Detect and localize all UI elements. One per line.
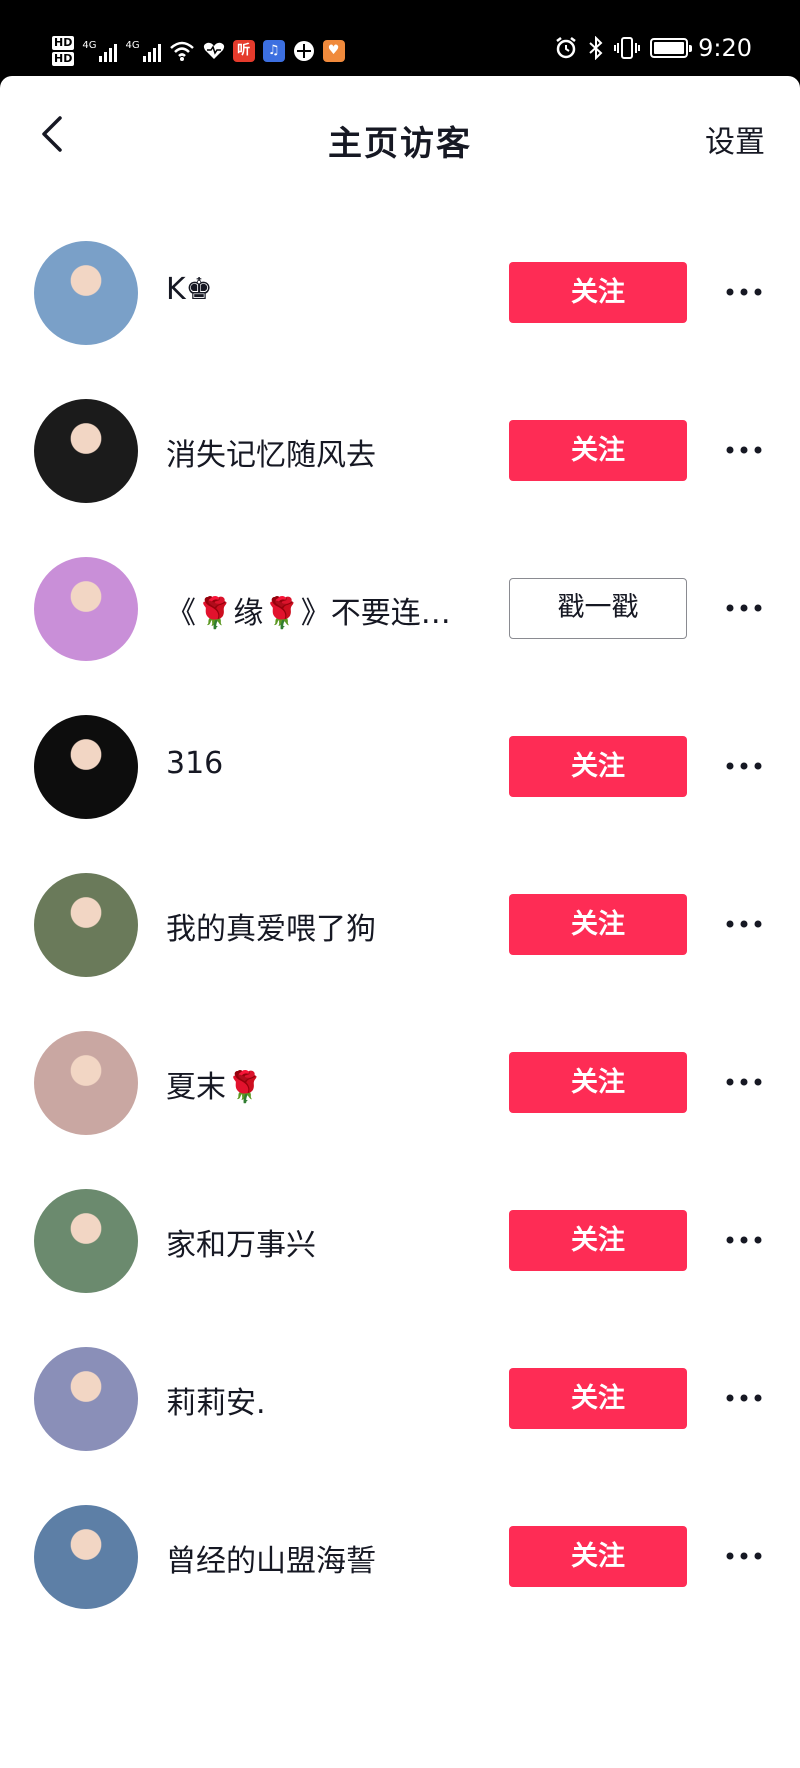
status-left: HD HD 4G 4G 听 ♫ ♥ [52, 28, 345, 74]
alarm-icon [556, 37, 576, 59]
listen-app-icon: 听 [232, 40, 255, 62]
visitors-page: 主页访客 设置 K♚ 关注 消失记忆随风去 关注 《🌹缘🌹》不要连… 戳一戳 316 关注 我的… [0, 76, 800, 1768]
avatar[interactable] [34, 1031, 138, 1135]
follow-button[interactable]: 关注 [509, 736, 687, 797]
visitor-row[interactable]: 消失记忆随风去 关注 [0, 396, 800, 506]
avatar[interactable] [34, 1189, 138, 1293]
more-options-icon[interactable] [724, 1072, 764, 1092]
more-options-icon[interactable] [724, 1546, 764, 1566]
visitor-name[interactable]: 夏末🌹 [166, 1062, 466, 1106]
visitor-row[interactable]: 莉莉安. 关注 [0, 1344, 800, 1454]
visitor-row[interactable]: 我的真爱喂了狗 关注 [0, 870, 800, 980]
signal-icon: 4G [125, 40, 161, 62]
more-options-icon[interactable] [724, 914, 764, 934]
hd-icon: HD HD [52, 36, 75, 66]
bluetooth-icon [589, 36, 603, 60]
visitor-row[interactable]: 曾经的山盟海誓 关注 [0, 1502, 800, 1612]
more-options-icon[interactable] [724, 756, 764, 776]
hd-label-1: HD [52, 36, 75, 50]
visitor-name[interactable]: 曾经的山盟海誓 [166, 1536, 466, 1580]
visitor-name[interactable]: 家和万事兴 [166, 1220, 466, 1264]
visitor-row[interactable]: K♚ 关注 [0, 238, 800, 348]
vibrate-icon [614, 37, 641, 59]
visitor-row[interactable]: 家和万事兴 关注 [0, 1186, 800, 1296]
visitor-row[interactable]: 316 关注 [0, 712, 800, 822]
network-label-1: 4G [82, 40, 97, 51]
avatar[interactable] [34, 873, 138, 977]
more-options-icon[interactable] [724, 282, 764, 302]
avatar[interactable] [34, 1347, 138, 1451]
follow-button[interactable]: 关注 [509, 894, 687, 955]
follow-button[interactable]: 关注 [509, 1052, 687, 1113]
browser-app-icon [293, 41, 314, 61]
follow-button[interactable]: 关注 [509, 262, 687, 323]
more-options-icon[interactable] [724, 1388, 764, 1408]
visitor-name[interactable]: 《🌹缘🌹》不要连… [166, 588, 466, 632]
follow-button[interactable]: 关注 [509, 1210, 687, 1271]
settings-button[interactable]: 设置 [705, 117, 765, 161]
music-app-icon: ♫ [262, 40, 285, 62]
more-options-icon[interactable] [724, 598, 764, 618]
follow-button[interactable]: 关注 [509, 1526, 687, 1587]
page-title: 主页访客 [328, 124, 472, 164]
avatar[interactable] [34, 399, 138, 503]
avatar[interactable] [34, 241, 138, 345]
status-bar: HD HD 4G 4G 听 ♫ ♥ 9:20 [0, 0, 800, 76]
visitor-name[interactable]: K♚ [166, 272, 466, 307]
network-label-2: 4G [125, 40, 140, 51]
more-options-icon[interactable] [724, 440, 764, 460]
avatar[interactable] [34, 715, 138, 819]
health-heart-icon [203, 42, 224, 59]
status-time: 9:20 [698, 34, 752, 62]
visitor-name[interactable]: 莉莉安. [166, 1378, 466, 1422]
visitor-name[interactable]: 消失记忆随风去 [166, 430, 466, 474]
follow-button[interactable]: 关注 [509, 420, 687, 481]
nav-bar: 主页访客 设置 [0, 76, 800, 191]
avatar[interactable] [34, 557, 138, 661]
hd-label-2: HD [52, 52, 75, 66]
visitor-row[interactable]: 夏末🌹 关注 [0, 1028, 800, 1138]
more-options-icon[interactable] [724, 1230, 764, 1250]
visitor-name[interactable]: 316 [166, 746, 466, 781]
signal-icon: 4G [82, 40, 118, 62]
visitor-name[interactable]: 我的真爱喂了狗 [166, 904, 466, 948]
avatar[interactable] [34, 1505, 138, 1609]
status-right: 9:20 [554, 34, 752, 62]
follow-button[interactable]: 关注 [509, 1368, 687, 1429]
health-app-icon: ♥ [322, 40, 345, 62]
poke-button[interactable]: 戳一戳 [509, 578, 687, 639]
visitor-row[interactable]: 《🌹缘🌹》不要连… 戳一戳 [0, 554, 800, 664]
wifi-icon [169, 41, 194, 61]
battery-icon [650, 38, 693, 58]
